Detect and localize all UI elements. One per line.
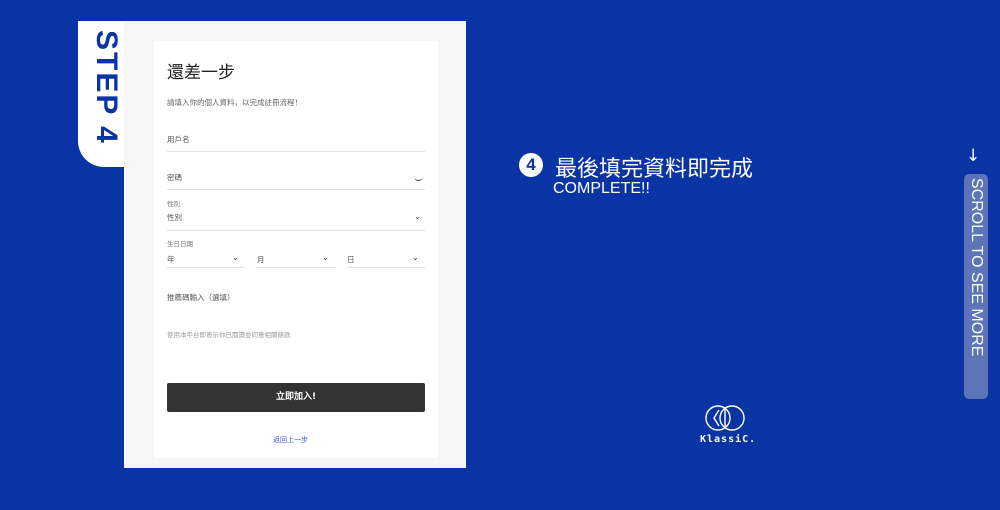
step-heading: 最後填完資料即完成 — [555, 157, 754, 182]
form-subtitle: 請填入你的個人資料，以完成註冊流程！ — [167, 98, 302, 107]
gender-value: 性別 — [167, 213, 182, 222]
chevron-down-icon: ⌄ — [412, 253, 419, 262]
birth-day-underline — [347, 267, 425, 268]
birth-month-select[interactable]: 月 — [257, 254, 265, 265]
password-placeholder: 密碼 — [167, 173, 182, 182]
birth-year-select[interactable]: 年 — [167, 254, 175, 265]
agreement-text: 使用本平台即表示你已閱讀並同意相關條款 — [167, 331, 291, 339]
birth-day-select[interactable]: 日 — [347, 254, 355, 265]
gender-select[interactable]: 性別 性別 ⌄ — [167, 196, 425, 231]
step-subheading: COMPLETE!! — [553, 180, 650, 197]
arrow-down-icon: ↓ — [966, 146, 981, 166]
scroll-hint-text: SCROLL TO SEE MORE — [968, 178, 985, 357]
password-field[interactable]: 密碼 — [167, 164, 425, 190]
form-title: 還差一步 — [167, 63, 235, 83]
chevron-down-icon: ⌄ — [414, 212, 421, 221]
step-label: STEP 4 — [90, 30, 123, 145]
eye-icon[interactable] — [414, 175, 423, 181]
referral-code-input[interactable]: 推薦碼輸入（選填） — [167, 292, 235, 303]
gender-label: 性別 — [167, 200, 180, 208]
join-now-button[interactable]: 立即加入! — [167, 383, 425, 412]
chevron-down-icon: ⌄ — [322, 253, 329, 262]
birth-month-underline — [257, 267, 335, 268]
username-placeholder: 用戶名 — [167, 135, 190, 144]
birth-year-underline — [167, 267, 245, 268]
birthday-label: 生日日期 — [167, 240, 193, 248]
back-link[interactable]: 返回上一步 — [273, 435, 308, 445]
chevron-down-icon: ⌄ — [232, 253, 239, 262]
brand-name: KlassiC. — [700, 434, 757, 445]
logo-mark — [705, 405, 745, 431]
step-number-badge: 4 — [519, 153, 543, 177]
username-field[interactable]: 用戶名 — [167, 126, 425, 152]
